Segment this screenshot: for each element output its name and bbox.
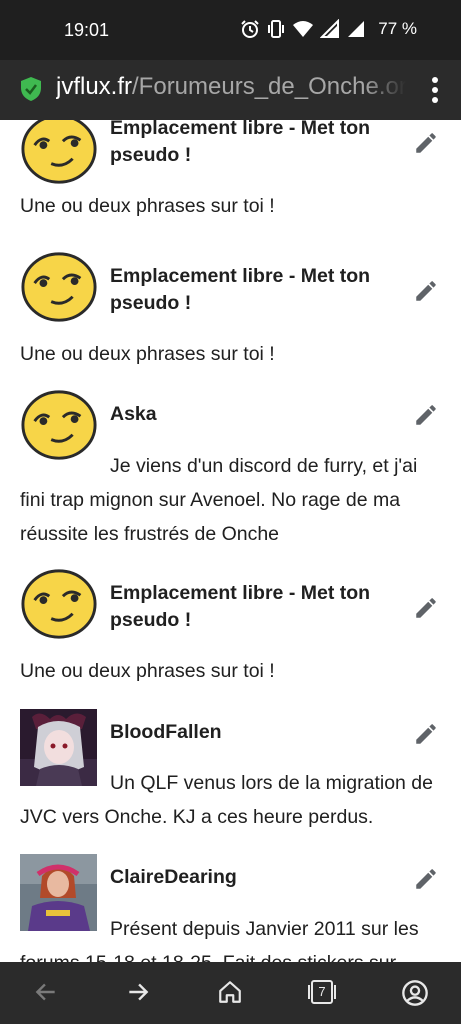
- alarm-icon: [241, 20, 259, 38]
- forumer-description: Présent depuis Janvier 2011 sur les foru…: [20, 918, 419, 962]
- url-host: jvflux.fr: [56, 73, 133, 100]
- status-time: 19:01: [64, 20, 110, 40]
- forumer-description: Un QLF venus lors de la migration de JVC…: [20, 772, 433, 828]
- edit-icon[interactable]: [413, 278, 439, 304]
- vibrate-icon: [268, 20, 285, 38]
- page-content: Emplacement libre - Met ton pseudo ! Une…: [0, 120, 461, 962]
- smiley-icon: [21, 120, 97, 184]
- smiley-icon: [21, 252, 97, 322]
- url-field[interactable]: jvflux.fr/Forumeurs_de_Onche.or: [56, 73, 406, 101]
- account-icon[interactable]: [401, 979, 429, 1007]
- tab-count: 7: [318, 984, 326, 999]
- forumer-name: BloodFallen: [110, 721, 222, 743]
- home-icon[interactable]: [217, 979, 243, 1005]
- browser-toolbar: jvflux.fr/Forumeurs_de_Onche.or: [0, 60, 461, 120]
- forumer-description: Une ou deux phrases sur toi !: [20, 195, 275, 217]
- edit-icon[interactable]: [413, 721, 439, 747]
- signal-icon: [320, 19, 340, 38]
- back-arrow-icon[interactable]: [33, 979, 59, 1005]
- edit-icon[interactable]: [413, 402, 439, 428]
- tabs-button[interactable]: 7: [307, 978, 337, 1006]
- edit-icon[interactable]: [413, 595, 439, 621]
- edit-icon[interactable]: [413, 866, 439, 892]
- signal-icon-2: [348, 21, 365, 37]
- forumer-name: Emplacement libre - Met ton pseudo !: [110, 582, 371, 631]
- smiley-icon: [21, 569, 97, 639]
- more-options-icon[interactable]: [431, 76, 439, 104]
- forumer-description: Je viens d'un discord de furry, et j'ai …: [20, 455, 418, 545]
- wifi-icon: [293, 21, 314, 37]
- browser-bottom-bar: 7: [0, 962, 461, 1024]
- status-icons: 77 %: [240, 19, 417, 39]
- forumer-name: ClaireDearing: [110, 866, 237, 888]
- url-path: /Forumeurs_de_Onche.or: [132, 73, 406, 100]
- battery-level: 77 %: [378, 19, 417, 38]
- edit-icon[interactable]: [413, 130, 439, 156]
- forumer-name: Emplacement libre - Met ton pseudo !: [110, 120, 371, 166]
- secure-shield-icon[interactable]: [20, 76, 42, 102]
- forumer-description: Une ou deux phrases sur toi !: [20, 343, 275, 365]
- forward-arrow-icon[interactable]: [125, 979, 151, 1005]
- forumer-name: Emplacement libre - Met ton pseudo !: [110, 265, 371, 314]
- forumer-description: Une ou deux phrases sur toi !: [20, 660, 275, 682]
- status-bar: 19:01 77 %: [0, 0, 461, 60]
- forumer-name: Aska: [110, 403, 157, 425]
